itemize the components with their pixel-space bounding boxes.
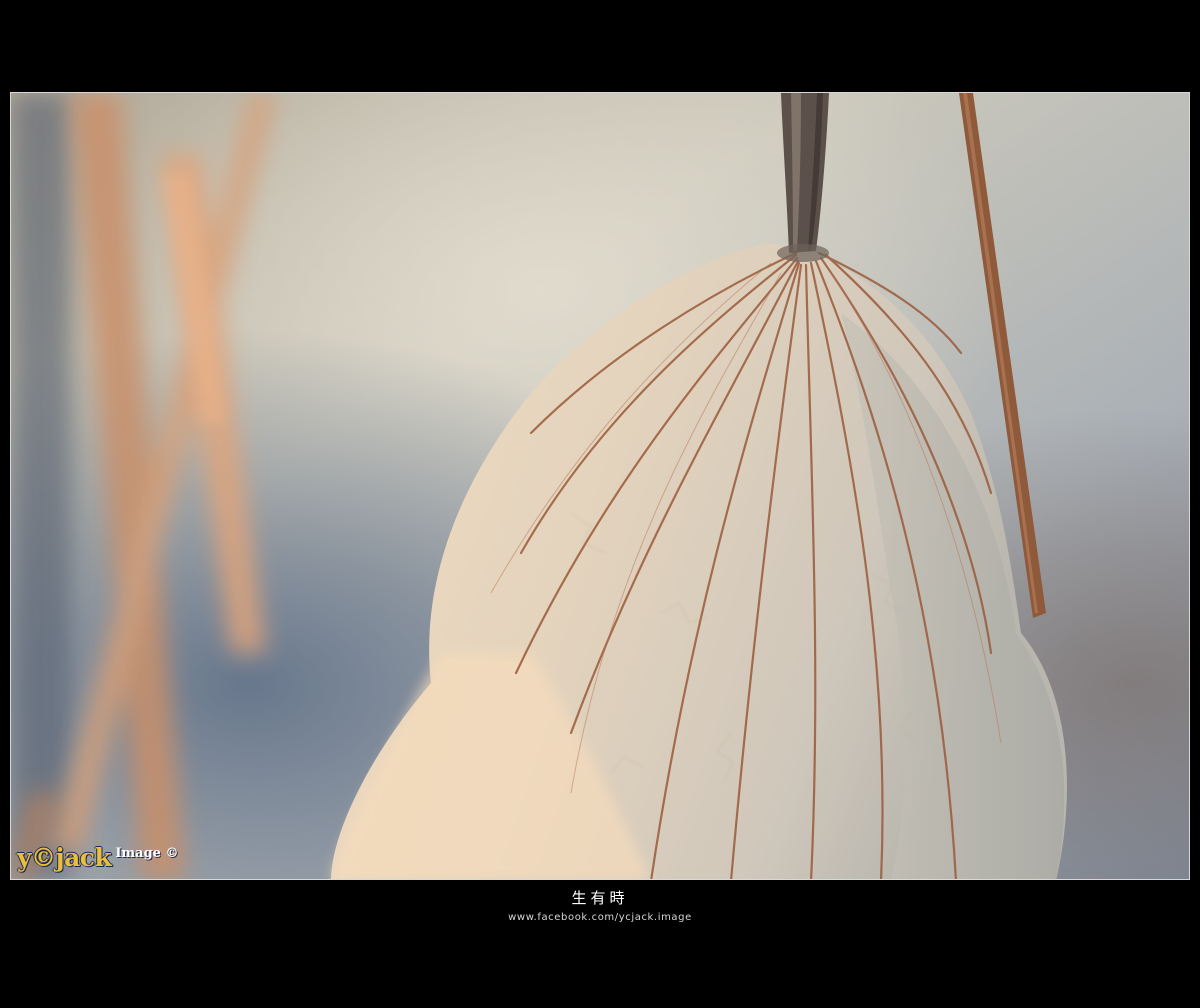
caption-title: 生有時 — [571, 889, 629, 907]
photo-frame: y©jack Image © — [10, 92, 1190, 880]
photo-dried-lotus-leaf — [11, 93, 1189, 879]
photo-caption: 生有時 www.facebook.com/ycjack.image — [0, 888, 1200, 923]
photographer-watermark: y©jack Image © — [17, 845, 178, 871]
caption-url: www.facebook.com/ycjack.image — [508, 912, 692, 923]
watermark-logo-text: y©jack — [17, 843, 112, 872]
watermark-sub-text: Image © — [115, 846, 179, 861]
